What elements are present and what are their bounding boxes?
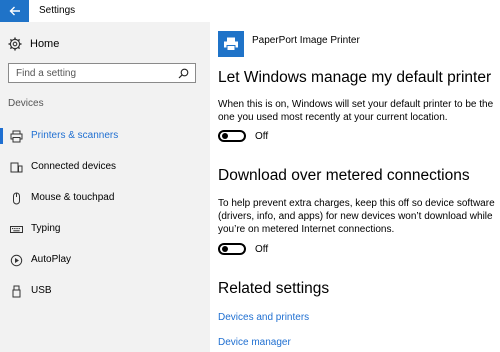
usb-icon (9, 284, 23, 298)
back-arrow-icon (9, 6, 20, 16)
sidebar: Home Find a setting Devices Printers & s… (0, 22, 210, 352)
home-label: Home (30, 38, 60, 50)
gear-icon (8, 37, 22, 51)
default-printer-toggle-row: Off (218, 129, 268, 143)
default-printer-toggle[interactable] (218, 130, 246, 142)
sidebar-item-label: USB (31, 285, 52, 296)
sidebar-item-label: Mouse & touchpad (31, 192, 115, 203)
keyboard-icon (9, 222, 23, 236)
section-heading-devices: Devices (8, 98, 44, 109)
sidebar-item-connected-devices[interactable]: Connected devices (0, 157, 210, 177)
default-printer-description: When this is on, Windows will set your d… (218, 99, 494, 123)
printer-icon (9, 129, 23, 143)
toggle-knob (222, 133, 228, 139)
default-printer-heading: Let Windows manage my default printer (218, 69, 492, 86)
sidebar-item-printers-scanners[interactable]: Printers & scanners (0, 126, 210, 146)
window-title: Settings (39, 5, 76, 16)
search-placeholder: Find a setting (16, 68, 77, 79)
printer-device-icon (218, 31, 244, 57)
back-button[interactable] (0, 0, 29, 22)
related-settings-heading: Related settings (218, 280, 330, 297)
sidebar-item-label: Connected devices (31, 161, 117, 172)
sidebar-item-mouse-touchpad[interactable]: Mouse & touchpad (0, 188, 210, 208)
device-manager-link[interactable]: Device manager (218, 337, 291, 348)
metered-toggle[interactable] (218, 243, 246, 255)
search-icon (178, 68, 189, 79)
title-bar: Settings (0, 0, 500, 22)
connected-devices-icon (9, 160, 23, 174)
toggle-state-label: Off (255, 243, 269, 255)
printer-name: PaperPort Image Printer (252, 34, 360, 46)
sidebar-item-label: Typing (31, 223, 61, 234)
toggle-knob (222, 246, 228, 252)
sidebar-item-typing[interactable]: Typing (0, 219, 210, 239)
sidebar-item-usb[interactable]: USB (0, 281, 210, 301)
sidebar-item-label: Printers & scanners (31, 130, 119, 141)
toggle-state-label: Off (255, 130, 269, 142)
sidebar-item-autoplay[interactable]: AutoPlay (0, 250, 210, 270)
search-input[interactable]: Find a setting (8, 63, 196, 83)
selection-indicator (0, 128, 3, 144)
metered-toggle-row: Off (218, 242, 268, 256)
metered-description: To help prevent extra charges, keep this… (218, 198, 495, 235)
home-nav-item[interactable]: Home (8, 36, 59, 52)
devices-and-printers-link[interactable]: Devices and printers (218, 312, 309, 323)
printer-entry[interactable]: PaperPort Image Printer (218, 31, 360, 57)
mouse-icon (9, 191, 23, 205)
main-content: PaperPort Image Printer Let Windows mana… (210, 22, 500, 352)
sidebar-item-label: AutoPlay (31, 254, 72, 265)
metered-heading: Download over metered connections (218, 167, 470, 184)
autoplay-icon (9, 253, 23, 267)
